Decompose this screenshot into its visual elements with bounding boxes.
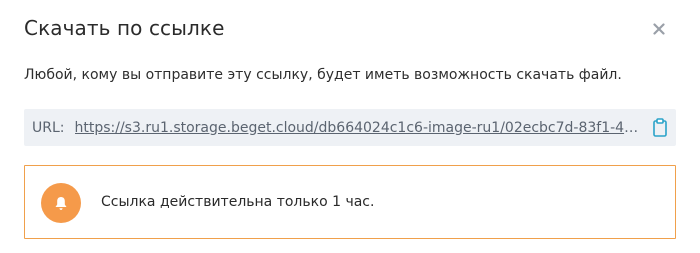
clipboard-icon[interactable]	[652, 118, 668, 137]
url-field: URL: https://s3.ru1.storage.beget.cloud/…	[24, 109, 676, 146]
notice-text: Ссылка действительна только 1 час.	[101, 194, 375, 210]
notice-icon-badge	[41, 183, 81, 223]
expiry-notice: Ссылка действительна только 1 час.	[24, 165, 676, 239]
dialog-title: Скачать по ссылке	[24, 16, 225, 40]
url-label: URL:	[32, 119, 65, 136]
download-link-dialog: Скачать по ссылке Любой, кому вы отправи…	[0, 0, 700, 253]
download-url-link[interactable]: https://s3.ru1.storage.beget.cloud/db664…	[75, 120, 647, 136]
bell-icon	[55, 196, 67, 210]
close-icon	[653, 23, 665, 35]
close-button[interactable]	[648, 18, 670, 40]
dialog-description: Любой, кому вы отправите эту ссылку, буд…	[24, 67, 622, 83]
